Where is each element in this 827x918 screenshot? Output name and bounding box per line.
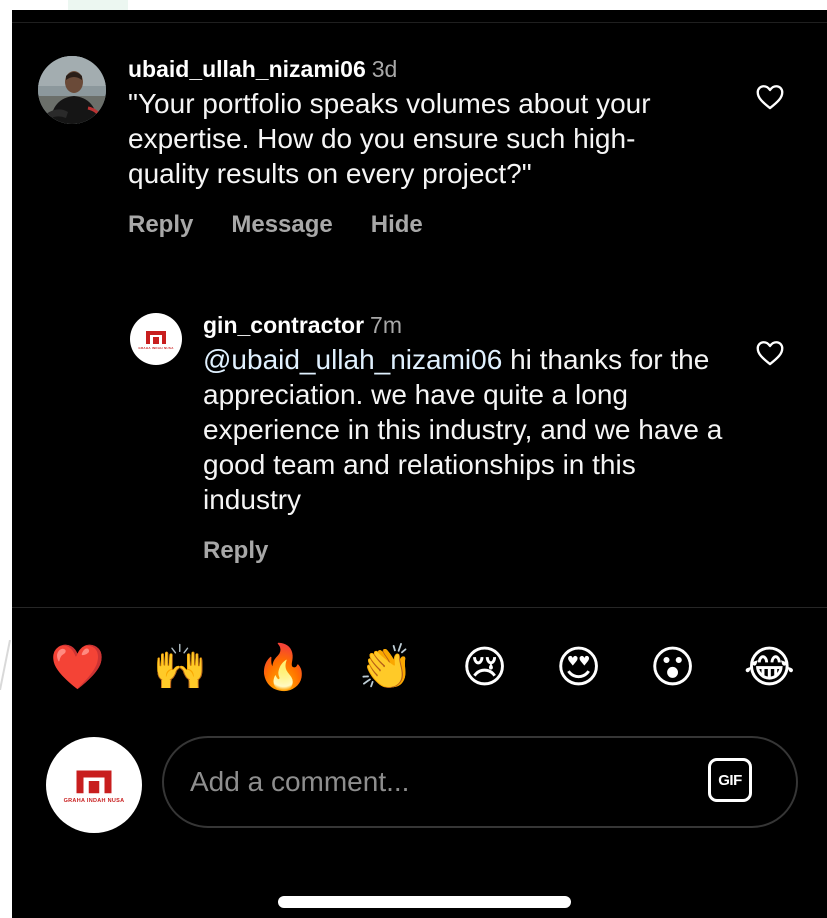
fire-emoji[interactable]: 🔥 [256, 640, 311, 696]
comment-body: ubaid_ullah_nizami06 3d "Your portfolio s… [128, 54, 708, 239]
commenter-avatar[interactable] [38, 56, 106, 124]
logo-wordmark: GRAHA INDAH NUSA [63, 797, 125, 804]
composer-divider [12, 607, 827, 608]
reply-timestamp: 7m [370, 312, 402, 338]
message-button[interactable]: Message [231, 211, 332, 239]
reply-actions: Reply [203, 537, 723, 565]
comment-input[interactable] [190, 762, 670, 802]
logo-wordmark: GRAHA INDAH NUSA [138, 345, 174, 350]
logo-icon [76, 770, 112, 793]
home-indicator[interactable] [278, 896, 571, 908]
red-heart-emoji[interactable]: ❤️ [50, 640, 105, 696]
composer-avatar: GRAHA INDAH NUSA [46, 737, 142, 833]
hide-button[interactable]: Hide [371, 211, 423, 239]
gif-icon[interactable]: GIF [708, 758, 752, 802]
crying-face-emoji[interactable]: 😢 [462, 640, 508, 696]
comments-panel: ubaid_ullah_nizami06 3d "Your portfolio s… [12, 10, 827, 918]
background-accent [68, 0, 128, 10]
heart-eyes-emoji[interactable]: 😍 [556, 640, 602, 696]
tears-of-joy-emoji[interactable]: 😂 [744, 640, 795, 696]
reply-body: gin_contractor 7m @ubaid_ullah_nizami06 h… [203, 310, 723, 565]
comment-meta: ubaid_ullah_nizami06 3d [128, 54, 708, 84]
clapping-hands-emoji[interactable]: 👏 [359, 640, 414, 696]
like-reply-heart-icon[interactable] [756, 340, 784, 366]
comment-actions: Reply Message Hide [128, 211, 708, 239]
replier-avatar[interactable]: GRAHA INDAH NUSA [130, 313, 182, 365]
reply-text: @ubaid_ullah_nizami06 hi thanks for the … [203, 342, 723, 517]
raising-hands-emoji[interactable]: 🙌 [153, 640, 208, 696]
reply-button[interactable]: Reply [128, 211, 193, 239]
mention-link[interactable]: @ubaid_ullah_nizami06 [203, 344, 502, 375]
like-comment-heart-icon[interactable] [756, 84, 784, 110]
comment-timestamp: 3d [371, 56, 398, 82]
comment-text: "Your portfolio speaks volumes about you… [128, 88, 651, 189]
replier-username[interactable]: gin_contractor [203, 312, 364, 338]
comment-composer: GIF [162, 736, 798, 828]
commenter-username[interactable]: ubaid_ullah_nizami06 [128, 56, 366, 82]
top-divider [12, 22, 827, 23]
person-photo-icon [38, 56, 106, 124]
logo-icon [146, 330, 166, 344]
reply-to-reply-button[interactable]: Reply [203, 537, 268, 565]
reply-meta: gin_contractor 7m [203, 310, 723, 340]
surprised-face-emoji[interactable]: 😮 [650, 640, 696, 696]
emoji-reaction-bar: ❤️ 🙌 🔥 👏 😢 😍 😮 😂 [50, 640, 795, 696]
